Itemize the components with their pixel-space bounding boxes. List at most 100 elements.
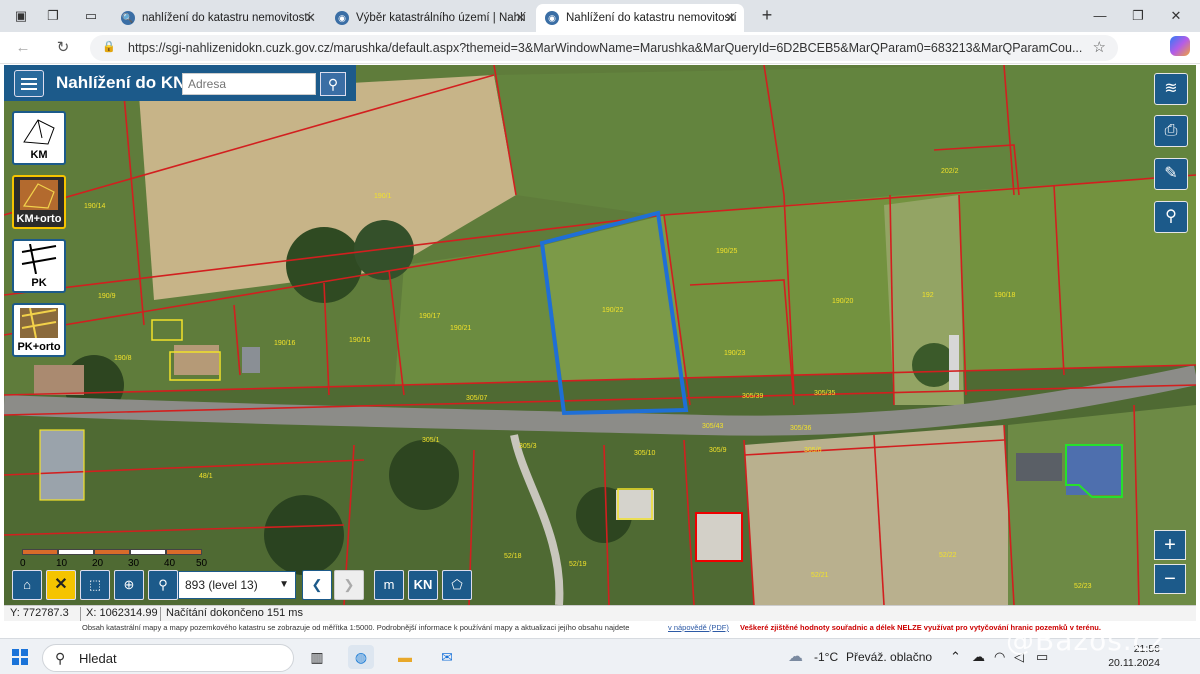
parcel-number-label[interactable]: 192	[922, 292, 934, 299]
parcel-number-label[interactable]: 305/07	[466, 395, 487, 402]
map-pin-icon[interactable]: ⚲	[148, 570, 178, 600]
parcel-number-label[interactable]: 305/36	[790, 425, 811, 432]
parcel-number-label[interactable]: 52/18	[504, 553, 522, 560]
parcel-number-label[interactable]: 305/10	[634, 450, 655, 457]
layer-km-orto-button[interactable]: KM+orto	[12, 175, 66, 229]
help-pdf-link[interactable]: v nápovědě (PDF)	[668, 621, 729, 635]
measure-button[interactable]: m	[374, 570, 404, 600]
close-icon[interactable]: ✕	[725, 4, 736, 32]
parcel-number-label[interactable]: 52/23	[1074, 583, 1092, 590]
parcel-number-label[interactable]: 305/9	[709, 447, 727, 454]
close-icon[interactable]: ✕	[305, 4, 316, 32]
select-area-icon[interactable]: ⬚	[80, 570, 110, 600]
profile-icon[interactable]: ▣	[12, 7, 30, 25]
print-icon[interactable]: ⎙	[1154, 115, 1188, 147]
map-view[interactable]: 190/1 190/14 190/9 190/8 190/16 190/15 190/17 1…	[4, 65, 1196, 605]
weather-description[interactable]: Převáž. oblačno	[846, 639, 932, 674]
parcel-number-label[interactable]: 305/35	[814, 390, 835, 397]
tab-2[interactable]: ◉ Výběr katastrálního území | Nahlí ✕	[326, 4, 534, 32]
km-map-icon	[20, 116, 58, 146]
app-header: Nahlížení do KN ⚲	[4, 65, 356, 101]
hamburger-menu-icon[interactable]	[14, 70, 44, 97]
restore-button[interactable]: ❐	[1120, 5, 1156, 27]
parcel-number-label[interactable]: 190/18	[994, 292, 1015, 299]
parcel-number-label[interactable]: 190/8	[114, 355, 132, 362]
parcel-number-label[interactable]: 48/1	[199, 473, 213, 480]
close-icon[interactable]: ✕	[515, 4, 526, 32]
address-search-input[interactable]	[182, 73, 316, 95]
parcel-number-label[interactable]: 190/21	[450, 325, 471, 332]
lock-icon[interactable]: 🔒	[102, 40, 116, 54]
search-magnifier-icon[interactable]: ⚲	[1154, 201, 1188, 233]
parcel-number-label[interactable]: 190/23	[724, 350, 745, 357]
zoom-in-button[interactable]: +	[1154, 530, 1186, 560]
locate-target-icon[interactable]: ⊕	[114, 570, 144, 600]
favorite-star-icon[interactable]: ☆	[1093, 38, 1106, 56]
layers-stack-icon[interactable]: ≋	[1154, 73, 1188, 105]
notes-icon[interactable]: ✎	[1154, 158, 1188, 190]
next-view-icon[interactable]: ❯	[334, 570, 364, 600]
back-arrow-icon[interactable]: ←	[12, 37, 34, 59]
parcel-number-label[interactable]: 52/19	[569, 561, 587, 568]
chevron-up-icon[interactable]: ⌃	[950, 639, 961, 674]
parcel-number-label[interactable]: 190/15	[349, 337, 370, 344]
edge-browser-icon[interactable]: ◍	[348, 645, 374, 669]
parcel-number-label[interactable]: 190/9	[98, 293, 116, 300]
minimize-button[interactable]: —	[1082, 5, 1118, 27]
scale-label: 0	[20, 558, 26, 569]
parcel-number-label[interactable]: 305/39	[742, 393, 763, 400]
parcel-number-label[interactable]: 52/22	[939, 552, 957, 559]
parcel-number-label[interactable]: 305/3	[519, 443, 537, 450]
weather-cloud-icon[interactable]: ☁	[788, 639, 803, 674]
cancel-selection-icon[interactable]: ✕	[46, 570, 76, 600]
parcel-number-label[interactable]: 52/21	[811, 572, 829, 579]
onedrive-cloud-icon[interactable]: ☁	[972, 639, 985, 674]
url-text[interactable]: https://sgi-nahlizenidokn.cuzk.gov.cz/ma…	[128, 41, 1088, 55]
previous-view-icon[interactable]: ❮	[302, 570, 332, 600]
address-bar[interactable]: 🔒 https://sgi-nahlizenidokn.cuzk.gov.cz/…	[90, 35, 1118, 61]
status-divider	[80, 607, 81, 621]
zoom-out-button[interactable]: −	[1154, 564, 1186, 594]
tab-3-active[interactable]: ◉ Nahlížení do katastru nemovitostí ✕	[536, 4, 744, 32]
scale-label: 30	[128, 558, 140, 569]
home-icon[interactable]: ⌂	[12, 570, 42, 600]
copilot-icon[interactable]	[1170, 36, 1190, 56]
wifi-icon[interactable]: ◠	[994, 639, 1005, 674]
parcel-number-label[interactable]: 190/20	[832, 298, 853, 305]
windows-start-icon[interactable]	[12, 649, 28, 665]
parcel-number-label[interactable]: 190/17	[419, 313, 440, 320]
parcel-number-label[interactable]: 305/6	[804, 447, 822, 454]
file-explorer-icon[interactable]: ▬	[392, 645, 418, 669]
search-button[interactable]: ⚲	[320, 72, 346, 96]
parcel-number-label[interactable]: 190/14	[84, 203, 105, 210]
collections-icon[interactable]: ❐	[44, 7, 62, 25]
tab-1[interactable]: 🔍 nahlížení do katastru nemovitostí ✕	[112, 4, 324, 32]
taskbar-search[interactable]: ⚲ Hledat	[42, 644, 294, 672]
km-orto-map-icon	[20, 180, 58, 210]
zoom-level-select[interactable]: 893 (level 13) ▼	[178, 571, 296, 599]
parcel-number-label[interactable]: 190/16	[274, 340, 295, 347]
reload-icon[interactable]: ↻	[52, 37, 74, 59]
parcel-number-label[interactable]: 190/22	[602, 307, 623, 314]
kn-info-button[interactable]: KN	[408, 570, 438, 600]
tab-title: nahlížení do katastru nemovitostí	[142, 12, 311, 24]
draw-polygon-icon[interactable]: ⬠	[442, 570, 472, 600]
disclaimer-text: Obsah katastrální mapy a mapy pozemkovéh…	[82, 623, 630, 632]
parcel-number-label[interactable]: 202/2	[941, 168, 959, 175]
scale-segment	[166, 549, 202, 555]
weather-temperature[interactable]: -1°C	[814, 639, 838, 674]
parcel-number-label[interactable]: 305/1	[422, 437, 440, 444]
layer-pk-orto-button[interactable]: PK+orto	[12, 303, 66, 357]
new-tab-button[interactable]: +	[756, 4, 778, 26]
search-favicon-icon: 🔍	[121, 11, 135, 25]
close-window-button[interactable]: ✕	[1158, 5, 1194, 27]
orthophoto-map[interactable]	[4, 65, 1196, 605]
parcel-number-label[interactable]: 190/1	[374, 193, 392, 200]
task-view-icon[interactable]: ▥	[304, 645, 330, 669]
mail-icon[interactable]: ✉	[434, 645, 460, 669]
parcel-number-label[interactable]: 190/25	[716, 248, 737, 255]
parcel-number-label[interactable]: 305/43	[702, 423, 723, 430]
tab-actions-icon[interactable]: ▭	[82, 7, 100, 25]
layer-km-button[interactable]: KM	[12, 111, 66, 165]
layer-pk-button[interactable]: PK	[12, 239, 66, 293]
